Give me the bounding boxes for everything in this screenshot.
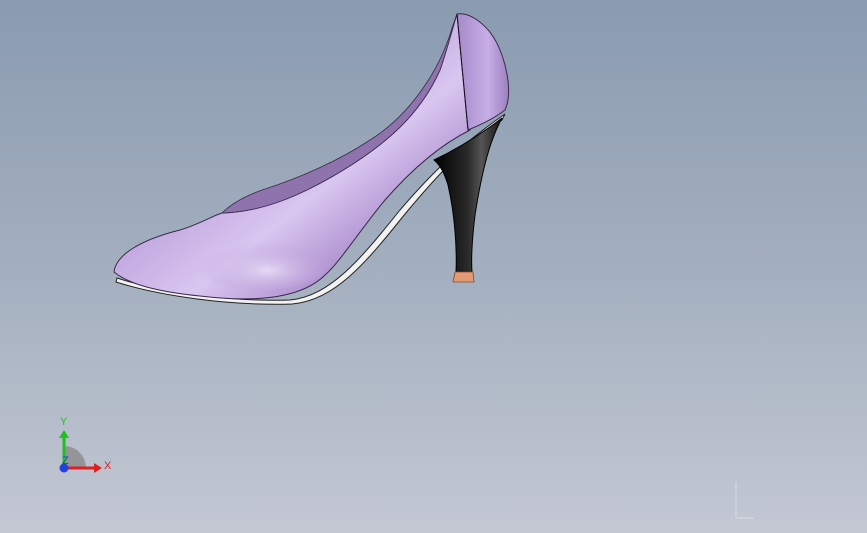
axis-triad: Y X Z [59,416,112,473]
heel-tip [452,271,475,283]
x-axis-label: X [104,460,112,472]
x-axis-arrow [94,463,102,473]
shoe-model[interactable] [0,0,867,533]
y-axis-label: Y [60,416,68,428]
z-axis-label: Z [62,455,69,467]
toe-highlight [190,234,330,290]
graphics-viewport[interactable]: Y X Z [0,0,867,533]
reference-mark [735,482,754,519]
y-axis-arrow [59,430,69,438]
